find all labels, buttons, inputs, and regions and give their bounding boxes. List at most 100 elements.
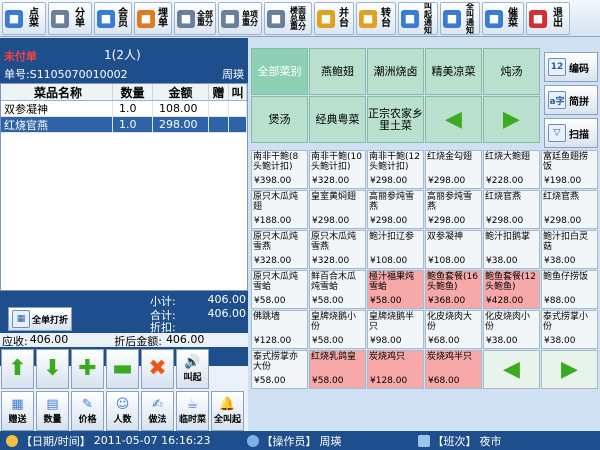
dish-next-button[interactable]: ▶	[541, 350, 598, 389]
call-notify-button[interactable]: ■ 叫起 通知	[398, 2, 438, 35]
transfer-table-button[interactable]: ■ 转 台	[356, 2, 396, 35]
all-call-button-label: 全叫起	[213, 414, 241, 425]
all-reprint-button[interactable]: ■ 全部 重分	[174, 2, 216, 35]
dish-button[interactable]: 高丽参炖雪燕 ¥298.00	[367, 190, 424, 229]
quantity-button[interactable]: ▤ 数量	[36, 391, 69, 431]
all-call-icon: 🔔	[219, 396, 236, 412]
dish-button[interactable]: 南非干鲍(10头鲍计扣) ¥328.00	[309, 150, 366, 189]
split-bill-button[interactable]: ■ 分 单	[48, 2, 92, 35]
dish-button[interactable]: 原只木瓜炖雪蛤 ¥58.00	[251, 270, 308, 309]
dish-button[interactable]: 炭烧鸡半只 ¥68.00	[425, 350, 482, 389]
dish-button[interactable]: 原只木瓜炖雪燕 ¥328.00	[251, 230, 308, 269]
dish-button[interactable]: 鲍鱼仔捞饭 ¥88.00	[541, 270, 598, 309]
dish-button[interactable]: 南非干鲍(12头鲍计扣) ¥298.00	[367, 150, 424, 189]
dish-button[interactable]: 佛跳墙 ¥128.00	[251, 310, 308, 349]
row-quantity: 1.0	[113, 117, 153, 132]
shift-value: 夜市	[479, 434, 502, 448]
category-tab[interactable]: 经典粤菜	[309, 96, 366, 143]
dish-name: 鲍鱼仔捞饭	[543, 272, 589, 282]
order-dish-button[interactable]: ■ 点 菜	[2, 2, 46, 35]
dish-name: 鲜百合木瓜炖雪蛤	[311, 272, 357, 292]
member-card-icon: ■	[97, 9, 115, 28]
all-call-button[interactable]: 🔔 全叫起	[211, 391, 244, 431]
dish-button[interactable]: 红烧金勾翅 ¥298.00	[425, 150, 482, 189]
call-button[interactable]: 🔊 叫起	[176, 349, 209, 389]
category-tab[interactable]: 精美凉菜	[425, 48, 482, 95]
delete-button[interactable]: ✖	[141, 349, 174, 389]
arrow-right-icon: ▶	[561, 356, 578, 382]
category-prev-button[interactable]: ◀	[425, 96, 482, 143]
category-tab[interactable]: 潮洲烧卤	[367, 48, 424, 95]
all-call-notify-button[interactable]: ■ 全叫 通知	[440, 2, 480, 35]
split-bill-button-label: 分 单	[75, 7, 85, 29]
dish-button[interactable]: 炭烧鸡只 ¥128.00	[367, 350, 424, 389]
temp-dish-button[interactable]: ☕ 临时菜	[176, 391, 209, 431]
dish-button[interactable]: 皇室黄焖翅 ¥298.00	[309, 190, 366, 229]
method-button[interactable]: ✍ 做法	[141, 391, 174, 431]
dish-button[interactable]: 鲍鱼套餐(16头鲍鱼) ¥368.00	[425, 270, 482, 309]
dish-name: 原只木瓜炖雪燕	[253, 232, 299, 252]
dish-price: ¥58.00	[312, 376, 344, 386]
dish-button[interactable]: 红烧官燕 ¥298.00	[483, 190, 540, 229]
pinyin-button[interactable]: a字 简拼	[544, 85, 598, 115]
category-next-button[interactable]: ▶	[483, 96, 540, 143]
dish-button[interactable]: 红烧乳鸽皇 ¥58.00	[309, 350, 366, 389]
dish-button[interactable]: 鲍汁扣辽参 ¥108.00	[367, 230, 424, 269]
dish-button[interactable]: 泰式捞掌小份 ¥38.00	[541, 310, 598, 349]
exit-button[interactable]: ■ 退 出	[526, 2, 570, 35]
dish-button[interactable]: 化皮烧肉小份 ¥38.00	[483, 310, 540, 349]
datetime-segment: 【日期/时间】 2011-05-07 16:16:23	[6, 433, 211, 449]
dish-button[interactable]: 皇牌烧鹅半只 ¥98.00	[367, 310, 424, 349]
dish-button[interactable]: 鲍鱼套餐(12头鲍鱼) ¥428.00	[483, 270, 540, 309]
full-discount-button[interactable]: ▦ 全单打折	[8, 307, 72, 331]
dish-button[interactable]: 化皮烧肉大份 ¥68.00	[425, 310, 482, 349]
dish-button[interactable]: 皇牌烧鹅小份 ¥58.00	[309, 310, 366, 349]
dish-prev-button[interactable]: ◀	[483, 350, 540, 389]
dish-price: ¥88.00	[544, 296, 576, 306]
dish-button[interactable]: 泰式捞掌亦大份 ¥58.00	[251, 350, 308, 389]
category-tab[interactable]: 燕鲍翅	[309, 48, 366, 95]
dish-button[interactable]: 極汁福果炖雪蛤 ¥58.00	[367, 270, 424, 309]
dish-name: 極汁福果炖雪蛤	[369, 272, 415, 292]
dish-button[interactable]: 红烧大鲍翅 ¥228.00	[483, 150, 540, 189]
pay-bill-button[interactable]: ■ 埋 单	[134, 2, 172, 35]
dish-price: ¥368.00	[428, 296, 466, 306]
dish-button[interactable]: 鲍汁扣白灵菇 ¥38.00	[541, 230, 598, 269]
dish-button[interactable]: 原只木瓜炖雪燕 ¥328.00	[309, 230, 366, 269]
category-tab[interactable]: 正宗农家乡里土菜	[367, 96, 424, 143]
scan-button[interactable]: ▽ 扫描	[544, 118, 598, 148]
add-button[interactable]: ✚	[71, 349, 104, 389]
member-button[interactable]: ■ 会 员	[94, 2, 132, 35]
table-row[interactable]: 双参凝神 1.0 108.00	[1, 101, 247, 117]
dish-name: 佛跳墙	[253, 312, 281, 322]
gift-button[interactable]: ▦ 赠送	[1, 391, 34, 431]
dish-button[interactable]: 红烧官燕 ¥298.00	[541, 190, 598, 229]
arrow-up-button[interactable]: ⬆	[1, 349, 34, 389]
dish-name: 南非干鲍(10头鲍计扣)	[311, 152, 362, 172]
persons-button[interactable]: ☺ 人数	[106, 391, 139, 431]
dish-price: ¥298.00	[428, 216, 466, 226]
dish-price: ¥68.00	[428, 336, 460, 346]
code-button[interactable]: 12 编码	[544, 52, 598, 82]
dish-button[interactable]: 南非干鲍(8头鲍计扣) ¥398.00	[251, 150, 308, 189]
dish-button[interactable]: 双参凝神 ¥108.00	[425, 230, 482, 269]
dish-button[interactable]: 鲍汁扣鹅掌 ¥38.00	[483, 230, 540, 269]
category-tab[interactable]: 炖汤	[483, 48, 540, 95]
price-button[interactable]: ✎ 价格	[71, 391, 104, 431]
minus-button[interactable]: ▬	[106, 349, 139, 389]
reprint-station-button[interactable]: ■ 楼面 总单 重分	[264, 2, 312, 35]
arrow-down-button[interactable]: ⬇	[36, 349, 69, 389]
merge-table-button[interactable]: ■ 并 台	[314, 2, 354, 35]
category-tab[interactable]: 煲汤	[251, 96, 308, 143]
dish-button[interactable]: 富廷鱼翅捞饭 ¥198.00	[541, 150, 598, 189]
ordered-dish-table: 菜品名称 数量 金额 赠 叫 双参凝神 1.0 108.00 红烧官燕 1.0 …	[0, 83, 248, 291]
category-tab[interactable]: 全部菜别	[251, 48, 308, 95]
dish-button[interactable]: 鲜百合木瓜炖雪蛤 ¥58.00	[309, 270, 366, 309]
table-row-selected[interactable]: 红烧官燕 1.0 298.00	[1, 117, 247, 133]
dish-button[interactable]: 高丽参炖雪燕 ¥298.00	[425, 190, 482, 229]
dish-name: 红烧官燕	[543, 192, 580, 202]
single-reprint-button[interactable]: ■ 单项 重分	[218, 2, 262, 35]
dish-button[interactable]: 原只木瓜炖翅 ¥188.00	[251, 190, 308, 229]
rush-dish-button[interactable]: ■ 催 菜	[482, 2, 524, 35]
dish-price: ¥68.00	[428, 376, 460, 386]
